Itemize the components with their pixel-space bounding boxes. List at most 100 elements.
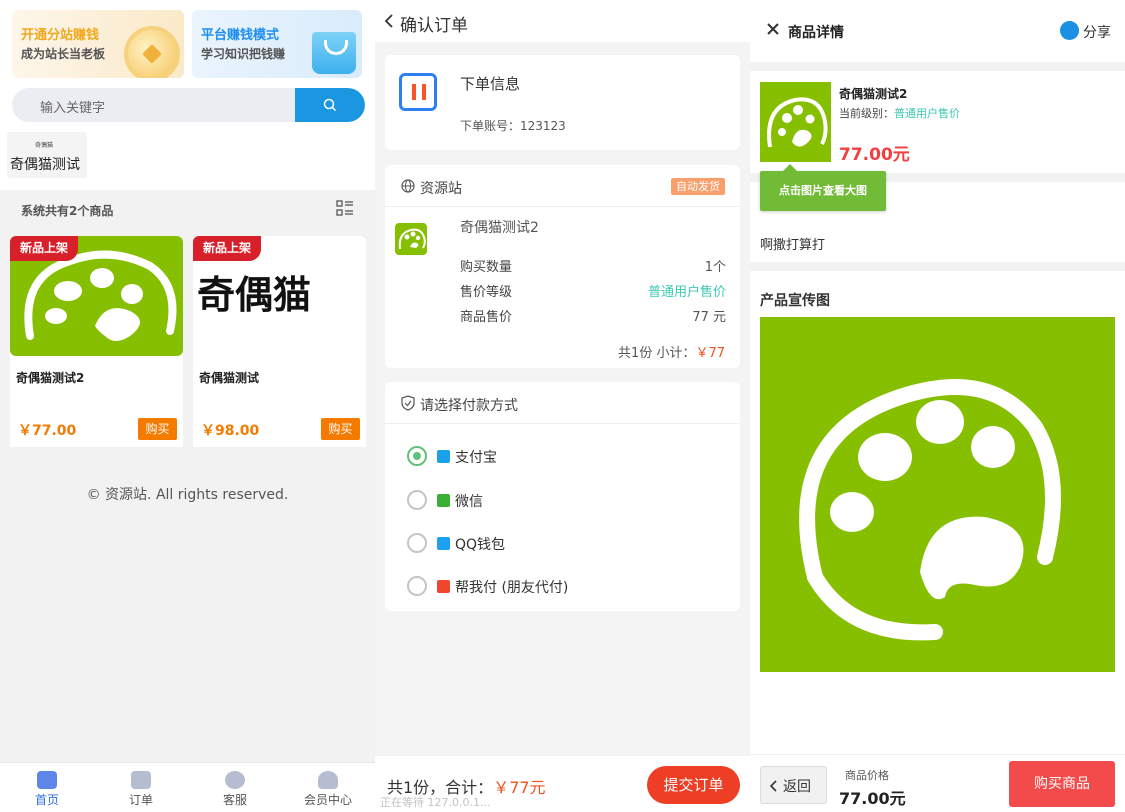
chevron-left-icon xyxy=(770,780,777,792)
wechat-icon xyxy=(437,494,450,507)
banner-platform-mode[interactable]: 平台赚钱模式 学习知识把钱赚 xyxy=(192,10,362,78)
product-name: 奇偶猫测试2 xyxy=(839,87,908,101)
product-count-bar: 系统共有2个商品 xyxy=(0,197,375,223)
level-label: 当前级别： xyxy=(839,107,894,120)
buy-button[interactable]: 购买 xyxy=(321,418,360,440)
product-description: 啊撒打算打 xyxy=(760,238,826,253)
row-label: 售价等级 xyxy=(460,285,513,300)
shield-check-icon xyxy=(401,395,415,411)
category-chip[interactable]: 奇偶猫 奇偶猫测试 xyxy=(7,132,87,178)
payment-header: 请选择付款方式 xyxy=(385,382,740,424)
tab-label: 客服 xyxy=(222,793,247,807)
detail-footer: 返回 商品价格 77.00元 购买商品 xyxy=(750,754,1125,812)
page-title: 确认订单 xyxy=(400,16,468,36)
view-large-image-tooltip: 点击图片查看大图 xyxy=(760,164,886,211)
product-card[interactable]: 新品上架 奇偶猫测试2 ￥77.00 购买 xyxy=(10,236,183,447)
banner-subtitle: 成为站长当老板 xyxy=(21,47,106,61)
product-name: 奇偶猫测试2 xyxy=(16,371,85,385)
order-header: 确认订单 xyxy=(375,0,750,42)
tab-orders[interactable]: 订单 xyxy=(94,763,188,812)
copyright: © 资源站. All rights reserved. xyxy=(86,487,289,503)
order-footer: 共1份，合计：￥77元 正在等待 127.0.0.1... 提交订单 xyxy=(375,756,750,812)
product-name: 奇偶猫测试 xyxy=(199,371,260,385)
detail-header: 商品详情 分享 xyxy=(750,0,1125,62)
product-thumbnail[interactable] xyxy=(760,82,831,162)
alipay-icon xyxy=(437,450,450,463)
banner-title: 平台赚钱模式 xyxy=(201,28,280,43)
product-price: ￥98.00 xyxy=(201,423,260,439)
paw-logo-icon xyxy=(799,379,1061,641)
radio-button[interactable] xyxy=(407,490,427,510)
tab-label: 订单 xyxy=(128,793,153,807)
shop-name: 资源站 xyxy=(420,181,462,197)
payment-title: 请选择付款方式 xyxy=(420,398,518,414)
buy-product-button[interactable]: 购买商品 xyxy=(1009,761,1115,807)
search-icon xyxy=(323,98,337,112)
home-icon xyxy=(37,771,57,789)
category-logo: 奇偶猫 xyxy=(35,142,54,149)
paw-logo-icon xyxy=(767,97,828,148)
paw-logo-icon xyxy=(398,228,426,250)
user-icon xyxy=(318,771,338,789)
share-button[interactable]: 分享 xyxy=(1083,22,1111,42)
home-panel: 开通分站赚钱 成为站长当老板 平台赚钱模式 学习知识把钱赚 输入关键字 奇偶猫 … xyxy=(0,0,375,812)
order-item-card: 资源站 自动发货 奇偶猫测试2 购买数量 1个 售价等级 普通用户售价 商品售价… xyxy=(385,165,740,368)
buy-button[interactable]: 购买 xyxy=(138,418,177,440)
confirm-order-panel: 确认订单 下单信息 下单账号：123123 资源站 自动发货 奇偶猫测试2 购买… xyxy=(375,0,750,812)
payment-label: QQ钱包 xyxy=(455,537,506,553)
back-button[interactable]: 返回 xyxy=(760,766,827,804)
search-input[interactable]: 输入关键字 xyxy=(40,97,105,116)
row-label: 购买数量 xyxy=(460,260,513,275)
radio-button[interactable] xyxy=(407,533,427,553)
search-button[interactable] xyxy=(295,88,365,122)
row-value: 普通用户售价 xyxy=(647,285,726,300)
product-thumbnail xyxy=(395,223,427,255)
globe-icon xyxy=(401,179,415,193)
friend-pay-icon xyxy=(437,580,450,593)
order-info-label: 下单信息 xyxy=(460,75,521,93)
list-view-icon[interactable] xyxy=(336,200,354,218)
unit-price-row: 商品售价 77 元 xyxy=(460,306,726,325)
tab-member-center[interactable]: 会员中心 xyxy=(281,763,375,812)
product-count: 系统共有2个商品 xyxy=(21,204,114,218)
row-value: 77 元 xyxy=(692,310,726,325)
order-account: 下单账号：123123 xyxy=(460,119,566,133)
back-label: 返回 xyxy=(783,779,811,795)
tab-home[interactable]: 首页 xyxy=(0,763,94,812)
row-value: 1个 xyxy=(704,260,726,275)
banner-subtitle: 学习知识把钱赚 xyxy=(201,47,286,61)
radio-button[interactable] xyxy=(407,446,427,466)
order-icon xyxy=(131,771,151,789)
share-icon[interactable] xyxy=(1060,21,1079,40)
product-price: 77.00元 xyxy=(839,145,910,165)
product-price: ￥77.00 xyxy=(18,423,77,439)
category-label: 奇偶猫测试 xyxy=(10,157,80,173)
coin-icon xyxy=(124,26,180,78)
browser-status-text: 正在等待 127.0.0.1... xyxy=(380,796,491,809)
product-level: 当前级别：普通用户售价 xyxy=(839,105,960,121)
new-arrival-tag: 新品上架 xyxy=(193,236,262,261)
promo-title: 产品宣传图 xyxy=(760,293,830,309)
search-bar: 输入关键字 xyxy=(12,88,365,122)
subtotal: 共1份 小计：￥77 xyxy=(618,342,725,361)
tab-support[interactable]: 客服 xyxy=(188,763,282,812)
promo-image[interactable] xyxy=(760,317,1115,672)
payment-label: 微信 xyxy=(455,494,483,510)
subtotal-label: 共1份 小计： xyxy=(618,346,696,361)
row-label: 商品售价 xyxy=(460,310,513,325)
radio-button[interactable] xyxy=(407,576,427,596)
headset-icon xyxy=(225,771,245,789)
product-name: 奇偶猫测试2 xyxy=(460,220,539,236)
qq-wallet-icon xyxy=(437,537,450,550)
banner-open-substation[interactable]: 开通分站赚钱 成为站长当老板 xyxy=(12,10,184,78)
product-detail-panel: 商品详情 分享 奇偶猫测试2 当前级别：普通用户售价 77.00元 点击图片查看… xyxy=(750,0,1125,812)
back-arrow-icon[interactable] xyxy=(383,12,395,30)
submit-order-button[interactable]: 提交订单 xyxy=(647,766,740,804)
home-header: 开通分站赚钱 成为站长当老板 平台赚钱模式 学习知识把钱赚 输入关键字 奇偶猫 … xyxy=(0,0,375,190)
payment-label: 支付宝 xyxy=(455,450,497,466)
scan-icon xyxy=(399,73,437,111)
close-icon[interactable] xyxy=(766,22,780,36)
product-card[interactable]: 奇偶猫 新品上架 奇偶猫测试 ￥98.00 购买 xyxy=(193,236,366,447)
tab-label: 首页 xyxy=(34,793,59,807)
divider xyxy=(750,262,1125,271)
